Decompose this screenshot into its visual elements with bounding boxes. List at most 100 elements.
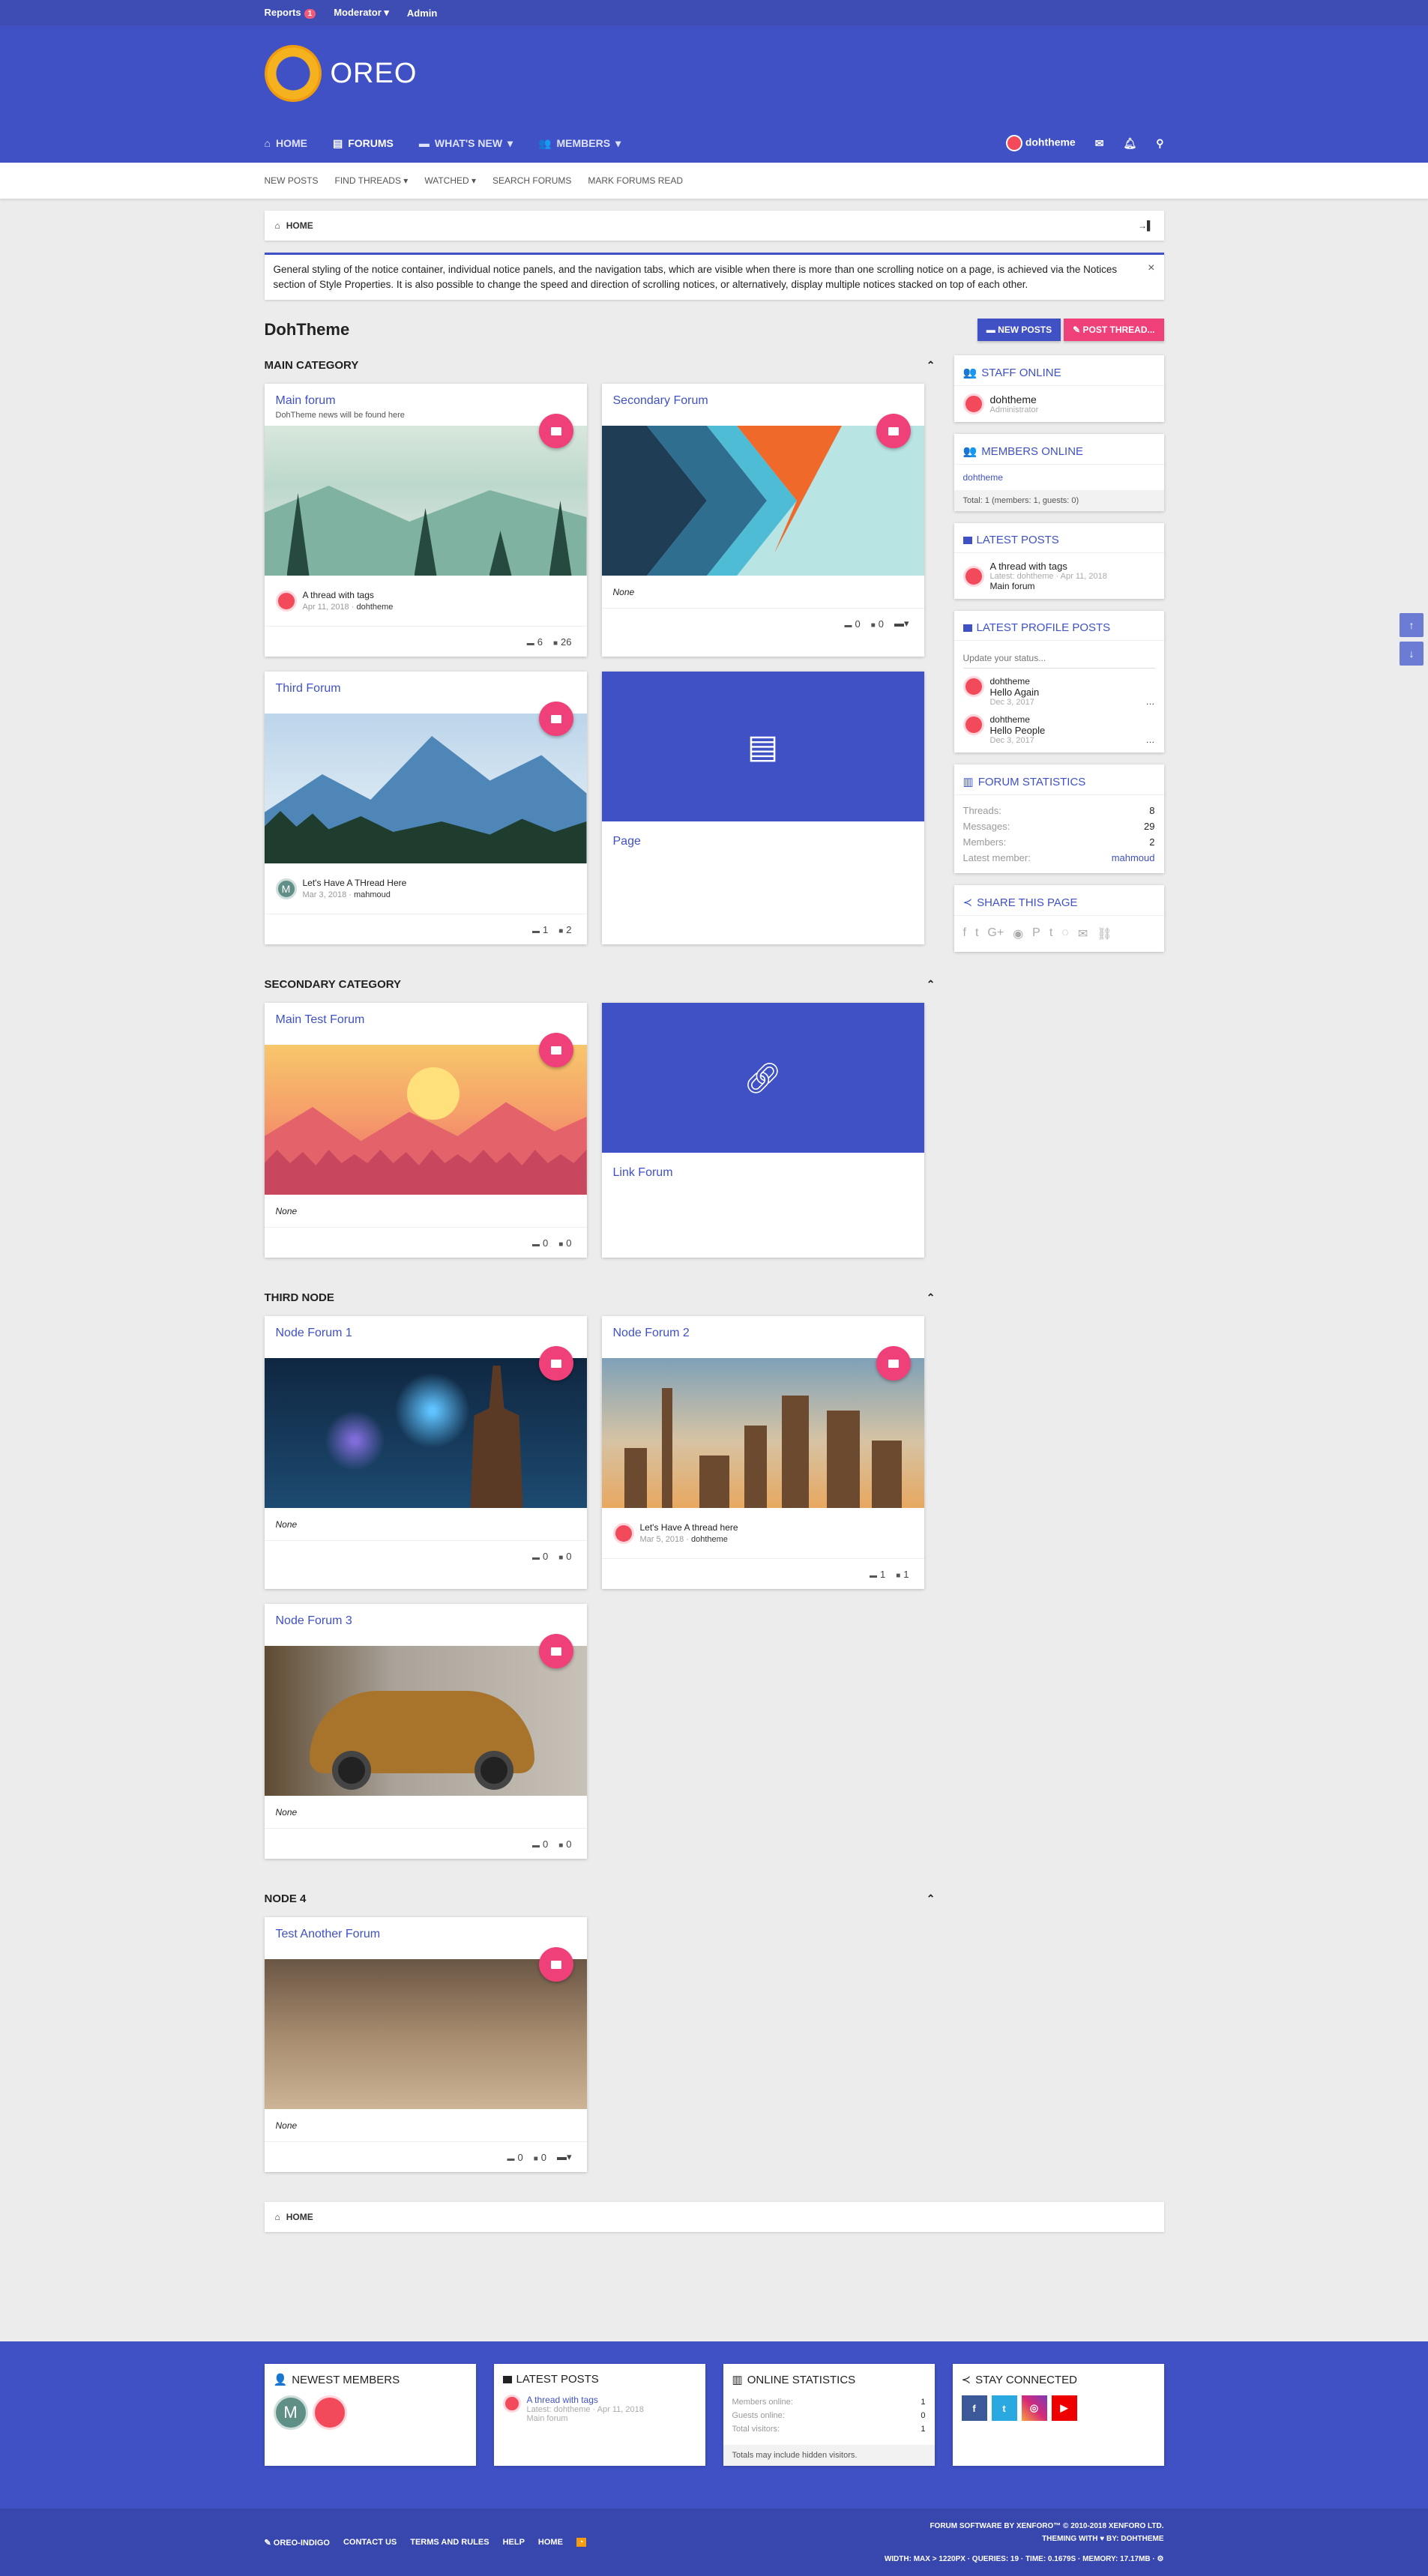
page-title-link[interactable]: Page <box>602 821 924 862</box>
subnav-new-posts[interactable]: NEW POSTS <box>265 175 319 186</box>
profile-post-user[interactable]: dohtheme <box>990 714 1046 725</box>
forum-badge-icon[interactable] <box>538 1346 573 1381</box>
facebook-icon[interactable]: f <box>963 926 966 941</box>
forum-title[interactable]: Node Forum 2 <box>613 1327 913 1340</box>
subnav-search-forums[interactable]: SEARCH FORUMS <box>492 175 571 186</box>
subnav-mark-read[interactable]: MARK FORUMS READ <box>588 175 683 186</box>
tumblr-icon[interactable]: t <box>1049 926 1052 941</box>
last-post-user[interactable]: dohtheme <box>691 1535 728 1544</box>
whatsapp-icon[interactable]: ◌ <box>1061 926 1069 941</box>
collapse-icon[interactable]: ⌃ <box>927 1291 936 1304</box>
avatar[interactable] <box>502 2395 521 2413</box>
nav-members[interactable]: 👥 MEMBERS ▾ <box>538 137 621 150</box>
last-post-title[interactable]: Let's Have A thread here <box>640 1522 738 1533</box>
avatar[interactable] <box>312 2395 347 2430</box>
post-title[interactable]: A thread with tags <box>527 2395 644 2405</box>
email-icon[interactable]: ✉ <box>1078 926 1088 941</box>
scroll-up-icon[interactable]: ↑ <box>1400 613 1424 637</box>
forum-title[interactable]: Secondary Forum <box>613 394 913 408</box>
post-forum[interactable]: Main forum <box>527 2414 644 2423</box>
rss-icon[interactable]: ◔ <box>576 2538 586 2547</box>
collapse-icon[interactable]: ⌃ <box>927 978 936 991</box>
staff-name[interactable]: dohtheme <box>990 393 1039 405</box>
subforums-icon[interactable]: ▬▾ <box>894 618 909 630</box>
google-plus-icon[interactable]: G+ <box>987 926 1004 941</box>
pinterest-icon[interactable]: P <box>1032 926 1040 941</box>
category-header[interactable]: NODE 4 ⌃ <box>265 1889 939 1908</box>
nav-whats-new[interactable]: ▬ WHAT'S NEW ▾ <box>419 137 513 150</box>
link-forum-title[interactable]: Link Forum <box>602 1153 924 1246</box>
forum-title[interactable]: Node Forum 1 <box>276 1327 576 1340</box>
forum-badge-icon[interactable] <box>538 702 573 736</box>
online-member[interactable]: dohtheme <box>963 472 1003 483</box>
last-post-title[interactable]: A thread with tags <box>303 590 394 600</box>
post-title[interactable]: A thread with tags <box>990 561 1107 572</box>
category-header[interactable]: SECONDARY CATEGORY ⌃ <box>265 974 939 994</box>
footer-home-link[interactable]: HOME <box>538 2538 563 2547</box>
more-icon[interactable]: … <box>1146 696 1155 707</box>
style-chooser-link[interactable]: ✎ OREO-INDIGO <box>265 2538 330 2548</box>
help-link[interactable]: HELP <box>503 2538 525 2547</box>
post-thread-button[interactable]: ✎ POST THREAD... <box>1064 319 1164 341</box>
breadcrumb-home[interactable]: HOME <box>286 220 313 231</box>
subnav-find-threads[interactable]: FIND THREADS ▾ <box>335 175 409 186</box>
forum-title[interactable]: Test Another Forum <box>276 1928 576 1941</box>
profile-post-user[interactable]: dohtheme <box>990 676 1040 687</box>
terms-link[interactable]: TERMS AND RULES <box>410 2538 489 2547</box>
avatar[interactable] <box>275 590 297 612</box>
avatar[interactable] <box>962 676 984 697</box>
new-posts-button[interactable]: ▬ NEW POSTS <box>977 319 1061 341</box>
forum-title[interactable]: Third Forum <box>276 682 576 696</box>
twitter-icon[interactable]: t <box>975 926 978 941</box>
bell-icon[interactable]: 🔔︎ <box>1123 137 1136 150</box>
forum-badge-icon[interactable] <box>876 414 911 448</box>
reports-link[interactable]: Reports 1 <box>265 7 316 19</box>
close-icon[interactable]: × <box>1148 261 1154 276</box>
forum-badge-icon[interactable] <box>538 1634 573 1668</box>
contact-link[interactable]: CONTACT US <box>343 2538 397 2547</box>
last-post-user[interactable]: dohtheme <box>356 603 393 612</box>
moderator-link[interactable]: Moderator ▾ <box>334 7 389 19</box>
forum-badge-icon[interactable] <box>876 1346 911 1381</box>
forum-badge-icon[interactable] <box>538 1033 573 1067</box>
avatar[interactable] <box>962 565 984 587</box>
breadcrumb-home[interactable]: HOME <box>286 2212 313 2222</box>
search-icon[interactable]: ⚲ <box>1156 137 1163 150</box>
inbox-icon[interactable]: ✉ <box>1095 137 1104 150</box>
reddit-icon[interactable]: ◉ <box>1013 926 1023 941</box>
forum-title[interactable]: Main Test Forum <box>276 1013 576 1027</box>
latest-member-link[interactable]: mahmoud <box>1112 850 1155 866</box>
category-header[interactable]: THIRD NODE ⌃ <box>265 1288 939 1307</box>
status-input[interactable] <box>962 648 1155 669</box>
forum-title[interactable]: Node Forum 3 <box>276 1614 576 1628</box>
category-header[interactable]: MAIN CATEGORY ⌃ <box>265 355 939 375</box>
post-forum[interactable]: Main forum <box>990 581 1107 591</box>
collapse-sidebar-icon[interactable]: →▌ <box>1138 220 1154 231</box>
facebook-icon[interactable]: f <box>961 2395 987 2421</box>
forum-badge-icon[interactable] <box>538 1947 573 1982</box>
collapse-icon[interactable]: ⌃ <box>927 359 936 372</box>
last-post-title[interactable]: Let's Have A THread Here <box>303 878 407 888</box>
nav-forums[interactable]: ▤ FORUMS <box>333 137 394 150</box>
nav-home[interactable]: ⌂ HOME <box>265 137 307 149</box>
user-menu[interactable]: dohtheme <box>1005 135 1076 151</box>
youtube-icon[interactable]: ▶ <box>1051 2395 1077 2421</box>
avatar[interactable] <box>962 714 984 735</box>
scroll-down-icon[interactable]: ↓ <box>1400 642 1424 666</box>
site-logo[interactable]: OREO <box>264 45 418 102</box>
avatar[interactable] <box>962 393 984 414</box>
collapse-icon[interactable]: ⌃ <box>927 1892 936 1905</box>
avatar[interactable] <box>612 1522 634 1544</box>
admin-link[interactable]: Admin <box>407 7 437 19</box>
forum-title[interactable]: Main forum <box>276 394 576 408</box>
subforums-icon[interactable]: ▬▾ <box>557 2151 572 2163</box>
twitter-icon[interactable]: t <box>991 2395 1017 2421</box>
avatar[interactable]: M <box>273 2395 308 2430</box>
more-icon[interactable]: … <box>1146 735 1155 745</box>
forum-badge-icon[interactable] <box>538 414 573 448</box>
last-post-user[interactable]: mahmoud <box>354 890 391 899</box>
instagram-icon[interactable]: ◎ <box>1021 2395 1047 2421</box>
link-icon[interactable]: ⛓︎ <box>1097 926 1112 941</box>
avatar[interactable]: M <box>275 878 297 899</box>
subnav-watched[interactable]: WATCHED ▾ <box>424 175 476 186</box>
